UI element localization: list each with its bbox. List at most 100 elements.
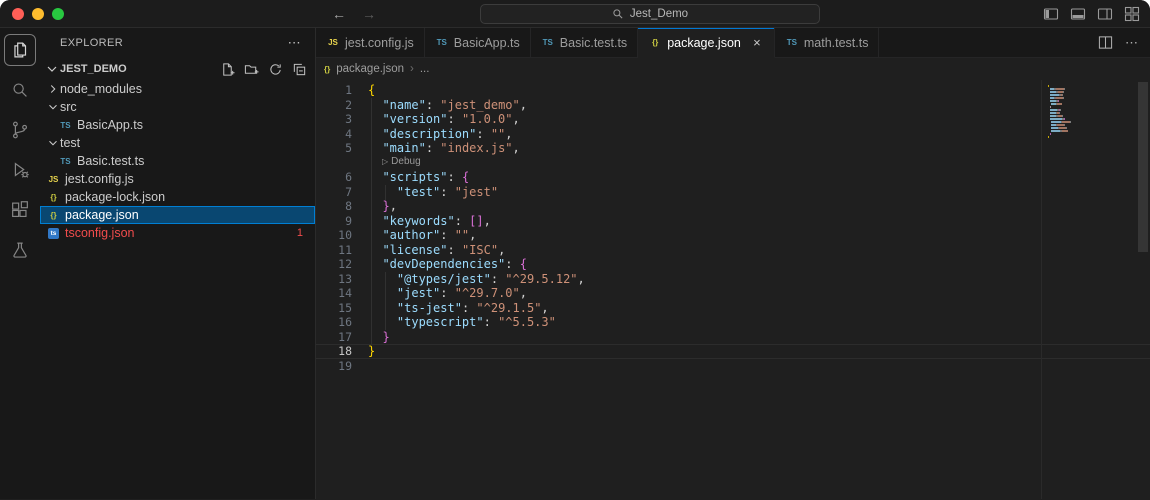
- line-content: "devDependencies": {: [352, 257, 1150, 272]
- code-line-6[interactable]: 6 "scripts": {: [316, 170, 1150, 185]
- scrollbar-thumb[interactable]: [1138, 82, 1148, 252]
- minimap-line: [1048, 136, 1136, 138]
- debug-codelens-link[interactable]: Debug: [391, 155, 420, 170]
- code-line-7[interactable]: 7 "test": "jest": [316, 185, 1150, 200]
- tab-jest.config.js[interactable]: JSjest.config.js: [316, 28, 425, 57]
- minimap-line: [1048, 85, 1136, 87]
- chevron-down-icon: [46, 136, 60, 150]
- editor-more-actions-button[interactable]: ⋯: [1125, 35, 1138, 51]
- code-line-11[interactable]: 11 "license": "ISC",: [316, 243, 1150, 258]
- code-line-15[interactable]: 15 "ts-jest": "^29.1.5",: [316, 301, 1150, 316]
- extensions-icon: [9, 199, 31, 221]
- tree-item-package.json[interactable]: {}package.json: [40, 206, 315, 224]
- code-line-19[interactable]: 19: [316, 359, 1150, 374]
- tab-package.json[interactable]: {}package.json×: [638, 28, 775, 58]
- editor-scrollbar[interactable]: [1136, 80, 1150, 499]
- tree-item-label: tsconfig.json: [65, 226, 134, 240]
- tab-math.test.ts[interactable]: TSmath.test.ts: [775, 28, 880, 57]
- refresh-icon[interactable]: [268, 62, 283, 77]
- toggle-secondary-sidebar-icon[interactable]: [1097, 6, 1113, 22]
- minimize-window-button[interactable]: [32, 8, 44, 20]
- code-line-18[interactable]: 18}: [316, 344, 1150, 359]
- activity-bar-search[interactable]: [4, 74, 36, 106]
- close-tab-button[interactable]: ×: [750, 35, 764, 50]
- json-file-icon: {}: [324, 65, 330, 74]
- code-line-3[interactable]: 3 "version": "1.0.0",: [316, 112, 1150, 127]
- breadcrumb-symbol[interactable]: ...: [420, 63, 430, 75]
- tree-item-src[interactable]: src: [40, 98, 315, 116]
- breadcrumb[interactable]: {} package.json › ...: [316, 58, 1150, 80]
- code-line-1[interactable]: 1{: [316, 83, 1150, 98]
- code-line-5[interactable]: 5 "main": "index.js",: [316, 141, 1150, 156]
- zoom-window-button[interactable]: [52, 8, 64, 20]
- tab-BasicApp.ts[interactable]: TSBasicApp.ts: [425, 28, 531, 57]
- project-root-row[interactable]: JEST_DEMO: [40, 58, 315, 80]
- code-line-13[interactable]: 13 "@types/jest": "^29.5.12",: [316, 272, 1150, 287]
- tab-Basic.test.ts[interactable]: TSBasic.test.ts: [531, 28, 638, 57]
- tab-bar-actions: ⋯: [1098, 28, 1150, 57]
- minimap[interactable]: [1041, 80, 1136, 499]
- window-controls: [0, 8, 64, 20]
- code-line-2[interactable]: 2 "name": "jest_demo",: [316, 98, 1150, 113]
- js-file-icon: JS: [46, 175, 61, 184]
- minimap-line: [1048, 133, 1136, 135]
- code-line-12[interactable]: 12 "devDependencies": {: [316, 257, 1150, 272]
- navigate-back-button[interactable]: ←: [332, 6, 346, 22]
- tree-item-tsconfig.json[interactable]: tstsconfig.json1: [40, 224, 315, 242]
- split-editor-icon[interactable]: [1098, 35, 1113, 50]
- tree-item-test[interactable]: test: [40, 134, 315, 152]
- search-icon: [612, 8, 624, 20]
- collapse-all-icon[interactable]: [292, 62, 307, 77]
- toggle-primary-sidebar-icon[interactable]: [1043, 6, 1059, 22]
- navigate-forward-button[interactable]: →: [362, 6, 376, 22]
- tree-item-node_modules[interactable]: node_modules: [40, 80, 315, 98]
- minimap-line: [1048, 115, 1136, 117]
- tree-item-jest.config.js[interactable]: JSjest.config.js: [40, 170, 315, 188]
- tree-item-package-lock.json[interactable]: {}package-lock.json: [40, 188, 315, 206]
- activity-bar-run-and-debug[interactable]: [4, 154, 36, 186]
- minimap-content: [1048, 85, 1136, 141]
- line-number: 10: [316, 228, 352, 243]
- json-file-icon: {}: [46, 193, 61, 202]
- new-folder-icon[interactable]: [244, 62, 259, 77]
- layout-controls: [1043, 6, 1140, 22]
- command-center-search[interactable]: Jest_Demo: [480, 4, 820, 24]
- ts-file-icon: TS: [58, 157, 73, 166]
- line-content: "main": "index.js",: [352, 141, 1150, 156]
- minimap-line: [1048, 139, 1136, 141]
- toggle-panel-icon[interactable]: [1070, 6, 1086, 22]
- line-content: "test": "jest": [352, 185, 1150, 200]
- new-file-icon[interactable]: [220, 62, 235, 77]
- explorer-more-actions-button[interactable]: ⋯: [288, 35, 301, 51]
- activity-bar-source-control[interactable]: [4, 114, 36, 146]
- code-line-14[interactable]: 14 "jest": "^29.7.0",: [316, 286, 1150, 301]
- activity-bar-testing[interactable]: [4, 234, 36, 266]
- line-number: 16: [316, 315, 352, 330]
- line-content: "license": "ISC",: [352, 243, 1150, 258]
- git-branch-icon: [9, 119, 31, 141]
- customize-layout-icon[interactable]: [1124, 6, 1140, 22]
- close-window-button[interactable]: [12, 8, 24, 20]
- play-icon: ▷: [382, 155, 388, 170]
- code-line-9[interactable]: 9 "keywords": [],: [316, 214, 1150, 229]
- line-number: 9: [316, 214, 352, 229]
- line-content: [352, 359, 1150, 374]
- code-line-10[interactable]: 10 "author": "",: [316, 228, 1150, 243]
- code-line-8[interactable]: 8 },: [316, 199, 1150, 214]
- code-line-16[interactable]: 16 "typescript": "^5.5.3": [316, 315, 1150, 330]
- chevron-down-icon: [46, 100, 60, 114]
- activity-bar-extensions[interactable]: [4, 194, 36, 226]
- code-line-17[interactable]: 17 }: [316, 330, 1150, 345]
- line-number: 17: [316, 330, 352, 345]
- code-line-4[interactable]: 4 "description": "",: [316, 127, 1150, 142]
- tree-item-BasicApp.ts[interactable]: TSBasicApp.ts: [40, 116, 315, 134]
- minimap-line: [1048, 118, 1136, 120]
- breadcrumb-file[interactable]: package.json: [336, 63, 404, 75]
- tree-item-Basic.test.ts[interactable]: TSBasic.test.ts: [40, 152, 315, 170]
- minimap-line: [1048, 112, 1136, 114]
- js-file-icon: JS: [326, 38, 340, 47]
- activity-bar-explorer[interactable]: [4, 34, 36, 66]
- editor-pane: 1{2 "name": "jest_demo",3 "version": "1.…: [316, 80, 1150, 499]
- indent-guide: [385, 272, 386, 330]
- codelens-row[interactable]: ▷Debug: [316, 156, 1150, 171]
